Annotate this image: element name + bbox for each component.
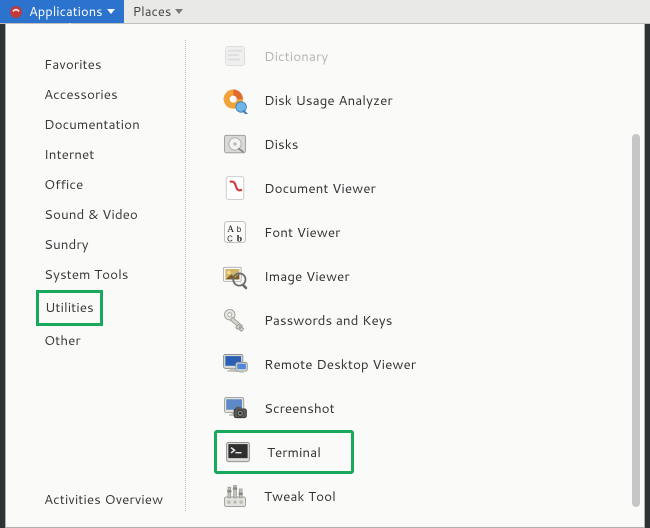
dictionary-icon: [220, 41, 250, 71]
applications-menu: Favorites Accessories Documentation Inte…: [5, 24, 645, 528]
app-label: Passwords and Keys: [264, 311, 392, 330]
category-label: Sound & Video: [44, 205, 138, 224]
scrollbar-thumb[interactable]: [632, 134, 640, 507]
category-documentation[interactable]: Documentation: [6, 110, 186, 140]
image-viewer-icon: [220, 261, 250, 291]
category-list: Favorites Accessories Documentation Inte…: [6, 24, 186, 527]
category-favorites[interactable]: Favorites: [6, 50, 186, 80]
apps-list: Dictionary Disk Usage Analyzer Disks Doc…: [186, 34, 644, 527]
app-document-viewer[interactable]: Document Viewer: [214, 166, 634, 210]
tweak-tool-icon: [220, 481, 250, 511]
disk-usage-icon: [220, 85, 250, 115]
category-office[interactable]: Office: [6, 170, 186, 200]
font-viewer-icon: AbCb: [220, 217, 250, 247]
app-dictionary[interactable]: Dictionary: [214, 34, 634, 78]
category-utilities[interactable]: Utilities: [36, 290, 103, 326]
category-other[interactable]: Other: [6, 326, 186, 356]
activities-overview-label: Activities Overview: [44, 490, 163, 509]
category-label: Documentation: [44, 115, 140, 134]
category-accessories[interactable]: Accessories: [6, 80, 186, 110]
category-label: System Tools: [44, 265, 129, 284]
svg-text:b: b: [237, 234, 242, 245]
app-label: Font Viewer: [264, 223, 340, 242]
app-label: Disk Usage Analyzer: [264, 91, 393, 110]
category-sound-video[interactable]: Sound & Video: [6, 200, 186, 230]
app-label: Image Viewer: [264, 267, 350, 286]
app-label: Screenshot: [264, 399, 335, 418]
app-screenshot[interactable]: Screenshot: [214, 386, 634, 430]
document-viewer-icon: [220, 173, 250, 203]
app-label: Remote Desktop Viewer: [264, 355, 416, 374]
category-internet[interactable]: Internet: [6, 140, 186, 170]
menu-places[interactable]: Places: [124, 0, 193, 23]
top-menu-bar: Applications Places: [0, 0, 650, 24]
remote-desktop-icon: [220, 349, 250, 379]
category-label: Utilities: [45, 298, 94, 317]
svg-text:b: b: [237, 225, 242, 234]
app-label: Terminal: [267, 443, 321, 462]
caret-down-icon: [107, 9, 115, 14]
category-label: Favorites: [44, 55, 102, 74]
passwords-keys-icon: [220, 305, 250, 335]
fedora-icon: [9, 5, 23, 19]
category-label: Accessories: [44, 85, 118, 104]
app-label: Tweak Tool: [264, 487, 336, 506]
menu-applications[interactable]: Applications: [0, 0, 124, 23]
app-font-viewer[interactable]: AbCb Font Viewer: [214, 210, 634, 254]
app-passwords-keys[interactable]: Passwords and Keys: [214, 298, 634, 342]
svg-text:C: C: [227, 235, 233, 244]
scrollbar[interactable]: [632, 134, 640, 507]
category-label: Internet: [44, 145, 94, 164]
apps-column: Dictionary Disk Usage Analyzer Disks Doc…: [186, 24, 644, 527]
disks-icon: [220, 129, 250, 159]
category-label: Other: [44, 331, 81, 350]
app-terminal[interactable]: Terminal: [214, 430, 354, 474]
svg-text:A: A: [227, 224, 234, 235]
app-tweak-tool[interactable]: Tweak Tool: [214, 474, 634, 518]
terminal-icon: [223, 437, 253, 467]
category-sundry[interactable]: Sundry: [6, 230, 186, 260]
app-label: Dictionary: [264, 47, 328, 66]
category-label: Office: [44, 175, 83, 194]
app-label: Document Viewer: [264, 179, 376, 198]
app-label: Disks: [264, 135, 299, 154]
activities-overview[interactable]: Activities Overview: [44, 490, 163, 509]
caret-down-icon: [175, 9, 183, 14]
category-label: Sundry: [44, 235, 89, 254]
app-disks[interactable]: Disks: [214, 122, 634, 166]
app-image-viewer[interactable]: Image Viewer: [214, 254, 634, 298]
screenshot-icon: [220, 393, 250, 423]
category-system-tools[interactable]: System Tools: [6, 260, 186, 290]
app-remote-desktop-viewer[interactable]: Remote Desktop Viewer: [214, 342, 634, 386]
menu-places-label: Places: [133, 3, 172, 21]
app-disk-usage-analyzer[interactable]: Disk Usage Analyzer: [214, 78, 634, 122]
menu-applications-label: Applications: [29, 3, 103, 21]
